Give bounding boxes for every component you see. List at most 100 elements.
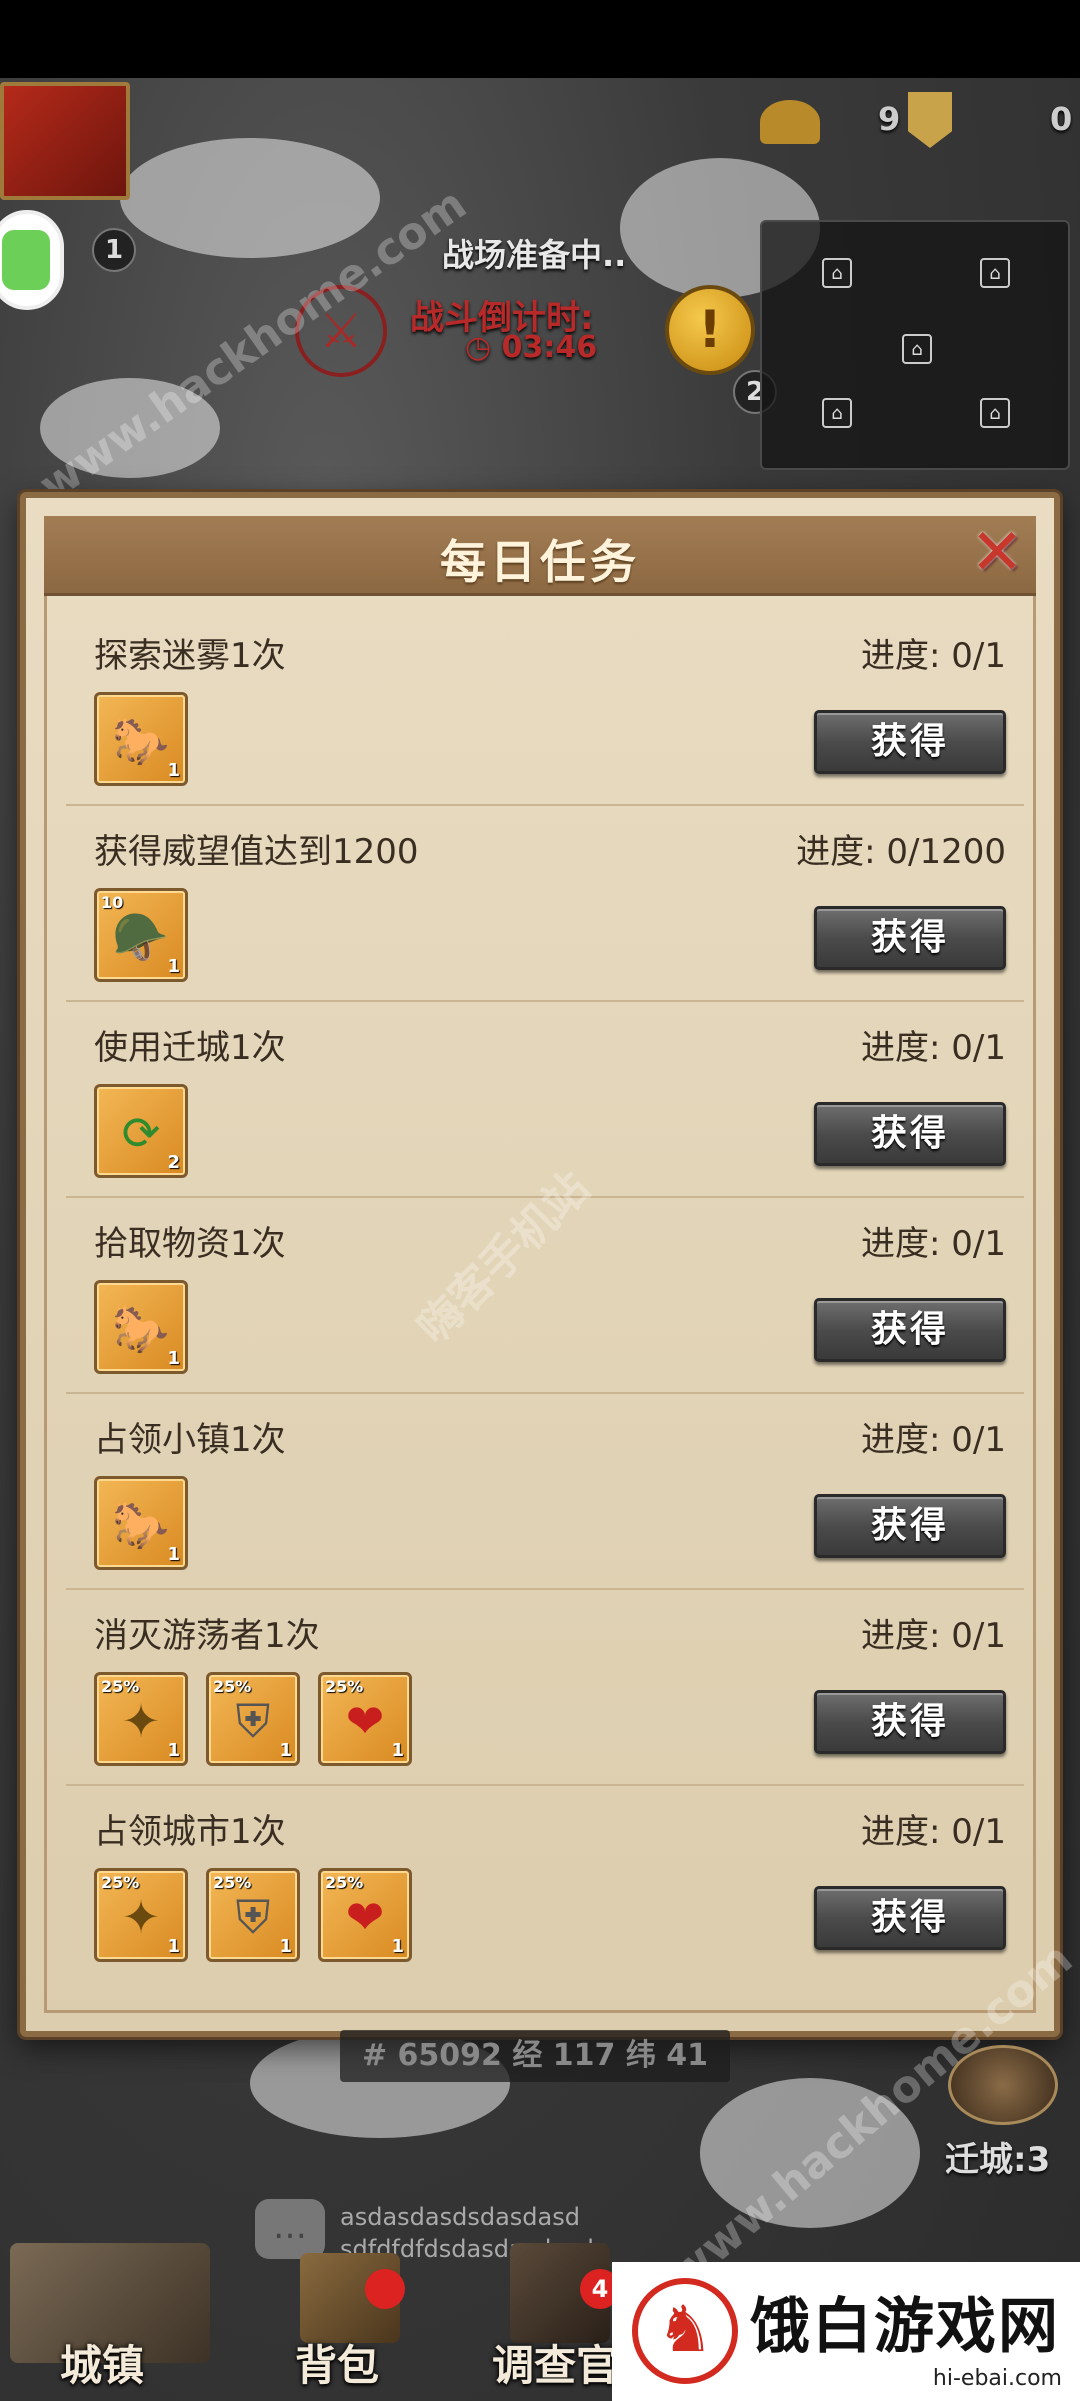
reward-quantity: 1 xyxy=(167,1740,180,1761)
mascot-icon[interactable] xyxy=(0,210,64,310)
progress-label: 进度: xyxy=(861,636,941,676)
claim-button[interactable]: 获得 xyxy=(814,1494,1006,1558)
task-progress: 进度: 0/1200 xyxy=(796,824,1006,873)
task-name: 占领城市1次 xyxy=(94,1812,286,1852)
reward-tag: 25% xyxy=(213,1873,252,1892)
reward-item[interactable]: ❤ 25% 1 xyxy=(318,1672,412,1766)
reward-list: ✦ 25% 1 ⛨ 25% 1 ❤ 25% 1 xyxy=(94,1672,412,1766)
task-row: 拾取物资1次 进度: 0/1 🐎 1 获得 xyxy=(66,1198,1024,1394)
task-progress: 进度: 0/1 xyxy=(861,1412,1006,1461)
task-progress: 进度: 0/1 xyxy=(861,1608,1006,1657)
daily-tasks-dialog: 每日任务 ✕ 探索迷雾1次 进度: 0/1 🐎 1 获得 获得威望值达到1200 进度: 0… xyxy=(20,492,1060,2037)
snow-patch xyxy=(120,138,380,258)
reward-tag: 25% xyxy=(325,1873,364,1892)
dialog-header: 每日任务 xyxy=(44,516,1036,596)
task-row: 获得威望值达到1200 进度: 0/1200 🪖 10 1 获得 xyxy=(66,806,1024,1002)
task-list: 探索迷雾1次 进度: 0/1 🐎 1 获得 获得威望值达到1200 进度: 0/1200 🪖 1… xyxy=(66,610,1024,1982)
task-name: 探索迷雾1次 xyxy=(94,636,286,676)
reward-item[interactable]: ✦ 25% 1 xyxy=(94,1672,188,1766)
rooster-logo-icon: ♞ xyxy=(632,2278,738,2384)
task-progress: 进度: 0/1 xyxy=(861,1216,1006,1265)
progress-value: 0/1 xyxy=(951,636,1006,676)
battle-status: 战场准备中.. xyxy=(442,236,627,274)
reward-tag: 25% xyxy=(213,1677,252,1696)
reward-quantity: 1 xyxy=(167,760,180,781)
reward-quantity: 1 xyxy=(167,1936,180,1957)
task-row: 使用迁城1次 进度: 0/1 ⟳ 2 获得 xyxy=(66,1002,1024,1198)
task-name: 拾取物资1次 xyxy=(94,1224,286,1264)
task-name: 占领小镇1次 xyxy=(94,1420,286,1460)
claim-button[interactable]: 获得 xyxy=(814,906,1006,970)
task-progress: 进度: 0/1 xyxy=(861,628,1006,677)
task-progress: 进度: 0/1 xyxy=(861,1804,1006,1853)
claim-button[interactable]: 获得 xyxy=(814,1102,1006,1166)
home-icon[interactable]: ⌂ xyxy=(822,258,852,288)
members-icon[interactable] xyxy=(760,100,820,144)
members-count: 9 xyxy=(878,100,901,138)
progress-label: 进度: xyxy=(796,832,876,872)
task-row: 探索迷雾1次 进度: 0/1 🐎 1 获得 xyxy=(66,610,1024,806)
chat-message: asdasdasdsdasdasd xyxy=(340,2203,580,2231)
player-avatar[interactable] xyxy=(0,82,130,200)
top-right-value: 0 xyxy=(1050,100,1073,138)
chat-bubble-icon[interactable]: … xyxy=(255,2199,325,2259)
progress-value: 0/1 xyxy=(951,1028,1006,1068)
home-icon[interactable]: ⌂ xyxy=(822,398,852,428)
reward-list: 🪖 10 1 xyxy=(94,888,188,982)
map-coordinates: # 65092 经 117 纬 41 xyxy=(340,2030,730,2082)
reward-item[interactable]: ⟳ 2 xyxy=(94,1084,188,1178)
minimap[interactable]: ⌂ ⌂ ⌂ ⌂ ⌂ xyxy=(760,220,1070,470)
crossed-swords-icon: ⚔ xyxy=(295,285,387,377)
task-name: 消灭游荡者1次 xyxy=(94,1616,320,1656)
claim-button[interactable]: 获得 xyxy=(814,710,1006,774)
reward-tag: 25% xyxy=(101,1677,140,1696)
claim-button[interactable]: 获得 xyxy=(814,1298,1006,1362)
move-city-icon[interactable] xyxy=(948,2045,1058,2125)
reward-item[interactable]: ✦ 25% 1 xyxy=(94,1868,188,1962)
reward-item[interactable]: 🪖 10 1 xyxy=(94,888,188,982)
clock-icon: ◷ xyxy=(465,330,502,365)
progress-value: 0/1200 xyxy=(886,832,1006,872)
move-city-count[interactable]: 迁城:3 xyxy=(945,2132,1050,2181)
reward-quantity: 2 xyxy=(167,1152,180,1173)
home-icon[interactable]: ⌂ xyxy=(902,334,932,364)
claim-button[interactable]: 获得 xyxy=(814,1690,1006,1754)
reward-quantity: 1 xyxy=(279,1740,292,1761)
nav-town[interactable]: 城镇 xyxy=(60,2332,144,2393)
nav-bag[interactable]: 背包 xyxy=(295,2332,379,2393)
task-progress: 进度: 0/1 xyxy=(861,1020,1006,1069)
progress-label: 进度: xyxy=(861,1224,941,1264)
nav-officer[interactable]: 调查官 xyxy=(492,2332,618,2393)
reward-tag: 25% xyxy=(101,1873,140,1892)
reward-item[interactable]: ⛨ 25% 1 xyxy=(206,1672,300,1766)
progress-value: 0/1 xyxy=(951,1812,1006,1852)
reward-tag: 25% xyxy=(325,1677,364,1696)
site-brand: 饿白游戏网 xyxy=(750,2292,1060,2362)
home-icon[interactable]: ⌂ xyxy=(980,398,1010,428)
task-name: 获得威望值达到1200 xyxy=(94,832,419,872)
reward-quantity: 1 xyxy=(167,1348,180,1369)
reward-item[interactable]: 🐎 1 xyxy=(94,692,188,786)
site-logo: ♞ 饿白游戏网 hi-ebai.com xyxy=(612,2262,1080,2401)
reward-list: ✦ 25% 1 ⛨ 25% 1 ❤ 25% 1 xyxy=(94,1868,412,1962)
home-icon[interactable]: ⌂ xyxy=(980,258,1010,288)
close-icon[interactable]: ✕ xyxy=(962,518,1032,588)
task-row: 占领城市1次 进度: 0/1 ✦ 25% 1 ⛨ 25% 1 ❤ 25% 1 获得 xyxy=(66,1786,1024,1982)
reward-list: 🐎 1 xyxy=(94,692,188,786)
snow-patch xyxy=(700,2078,920,2228)
reward-item[interactable]: 🐎 1 xyxy=(94,1476,188,1570)
reward-item[interactable]: ⛨ 25% 1 xyxy=(206,1868,300,1962)
progress-value: 0/1 xyxy=(951,1616,1006,1656)
bag-badge xyxy=(365,2269,405,2309)
task-row: 消灭游荡者1次 进度: 0/1 ✦ 25% 1 ⛨ 25% 1 ❤ 25% 1 获得 xyxy=(66,1590,1024,1786)
reward-item[interactable]: ❤ 25% 1 xyxy=(318,1868,412,1962)
player-level-badge: 1 xyxy=(92,228,136,272)
alert-icon[interactable]: ! xyxy=(665,285,755,375)
task-name: 使用迁城1次 xyxy=(94,1028,286,1068)
progress-label: 进度: xyxy=(861,1812,941,1852)
claim-button[interactable]: 获得 xyxy=(814,1886,1006,1950)
countdown-timer: ◷ 03:46 xyxy=(465,330,597,365)
reward-item[interactable]: 🐎 1 xyxy=(94,1280,188,1374)
reward-tag: 10 xyxy=(101,893,124,912)
snow-patch xyxy=(40,378,220,478)
